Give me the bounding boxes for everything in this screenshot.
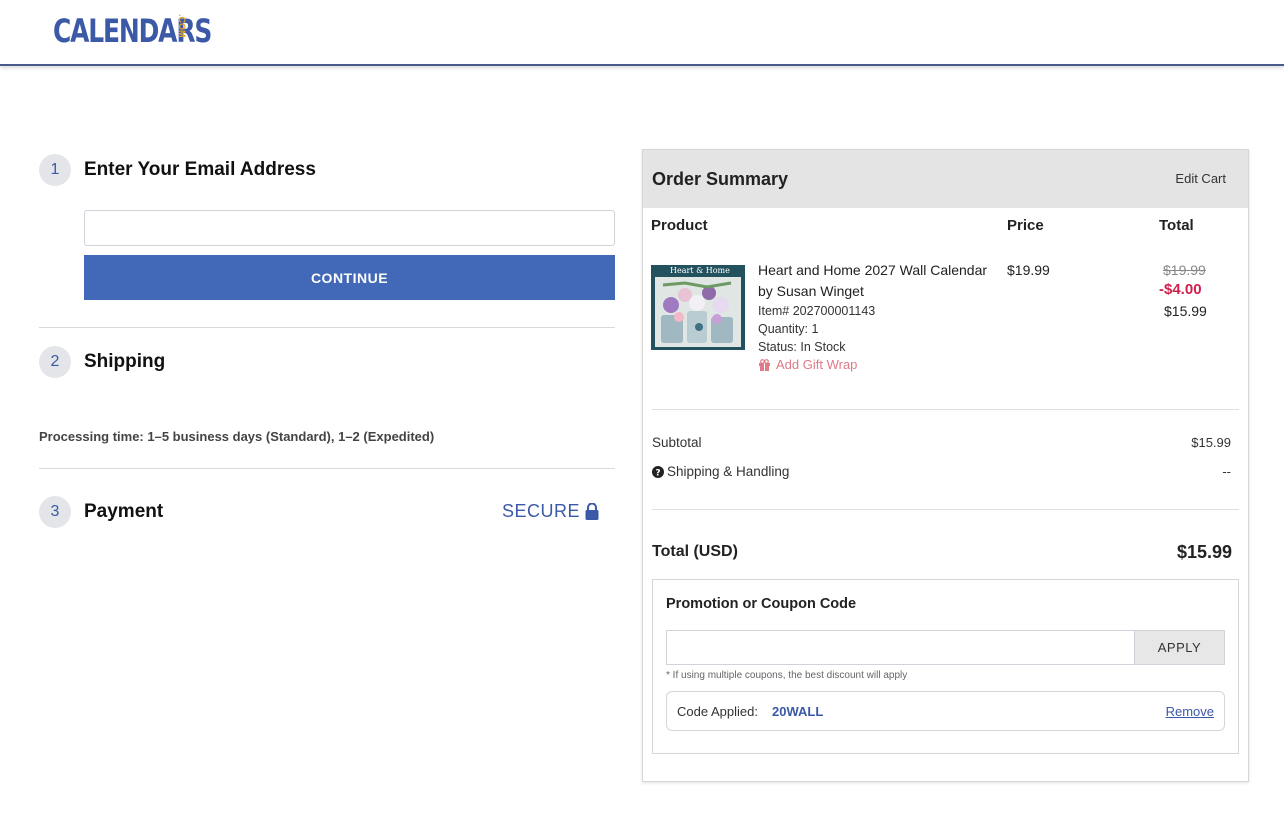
promo-code-input[interactable] (666, 630, 1135, 665)
summary-divider (652, 509, 1239, 510)
product-final-total: $15.99 (1164, 303, 1207, 319)
step-number-3: 3 (39, 496, 71, 528)
svg-text:?: ? (655, 468, 660, 478)
code-applied-label: Code Applied: (677, 704, 758, 719)
product-status: Status: In Stock (758, 340, 846, 354)
applied-code-row: Code Applied: 20WALL Remove (666, 691, 1225, 731)
product-price: $19.99 (1007, 262, 1050, 278)
step-number-1: 1 (39, 154, 71, 186)
payment-step-header: 3 Payment (39, 496, 163, 528)
column-header-total: Total (1159, 217, 1194, 234)
column-header-price: Price (1007, 217, 1044, 234)
secure-label: SECURE (502, 501, 581, 521)
order-summary-title: Order Summary (652, 169, 789, 189)
shipping-handling-value: -- (1222, 464, 1231, 479)
product-item-number: Item# 202700001143 (758, 304, 876, 318)
order-summary-header: Order Summary Edit Cart (643, 150, 1248, 208)
promo-code-box: Promotion or Coupon Code APPLY * If usin… (652, 579, 1239, 754)
summary-divider (652, 409, 1239, 410)
product-thumbnail[interactable]: Heart & Home (651, 265, 745, 350)
section-divider (39, 468, 615, 469)
remove-code-link[interactable]: Remove (1166, 704, 1214, 719)
shipping-handling-label: Shipping & Handling (667, 464, 790, 479)
subtotal-label: Subtotal (652, 435, 702, 450)
product-original-total: $19.99 (1163, 262, 1206, 278)
site-header: CALENDARS .COM (0, 0, 1284, 66)
help-icon[interactable]: ? (652, 465, 664, 478)
email-step-title: Enter Your Email Address (84, 159, 316, 180)
email-step-header: 1 Enter Your Email Address (39, 154, 316, 186)
product-discount: -$4.00 (1159, 281, 1202, 298)
payment-step-title: Payment (84, 501, 164, 522)
step-number-2: 2 (39, 346, 71, 378)
calendar-image (651, 265, 745, 350)
site-logo[interactable]: CALENDARS .COM (53, 12, 256, 50)
product-quantity: Quantity: 1 (758, 322, 819, 336)
edit-cart-link[interactable]: Edit Cart (1175, 171, 1226, 186)
column-header-product: Product (651, 217, 708, 234)
add-gift-wrap-link[interactable]: Add Gift Wrap (758, 357, 857, 372)
grand-total-value: $15.99 (1176, 542, 1232, 562)
applied-code-value: 20WALL (772, 704, 824, 719)
processing-time-text: Processing time: 1–5 business days (Stan… (39, 429, 435, 444)
grand-total-label: Total (USD) (652, 543, 738, 560)
thumbnail-title: Heart & Home (670, 266, 730, 275)
logo-suffix: .COM (177, 14, 187, 38)
product-name-link[interactable]: Heart and Home 2027 Wall Calendar by Sus… (758, 260, 988, 302)
gift-icon (759, 358, 770, 371)
subtotal-value: $15.99 (1191, 435, 1231, 450)
shipping-step-title: Shipping (84, 351, 166, 372)
section-divider (39, 327, 615, 328)
gift-wrap-label: Add Gift Wrap (776, 357, 858, 372)
secure-badge: SECURE (502, 501, 599, 522)
promo-title: Promotion or Coupon Code (666, 596, 857, 612)
promo-note: * If using multiple coupons, the best di… (666, 670, 908, 681)
apply-button[interactable]: APPLY (1134, 630, 1225, 665)
logo-text: CALENDARS (53, 12, 212, 50)
shipping-handling-row: ? Shipping & Handling (652, 464, 789, 479)
lock-icon (585, 503, 599, 520)
continue-button[interactable]: CONTINUE (84, 255, 615, 300)
shipping-step-header: 2 Shipping (39, 346, 165, 378)
order-summary: Order Summary Edit Cart Product Price To… (642, 149, 1249, 782)
email-input[interactable] (84, 210, 615, 246)
